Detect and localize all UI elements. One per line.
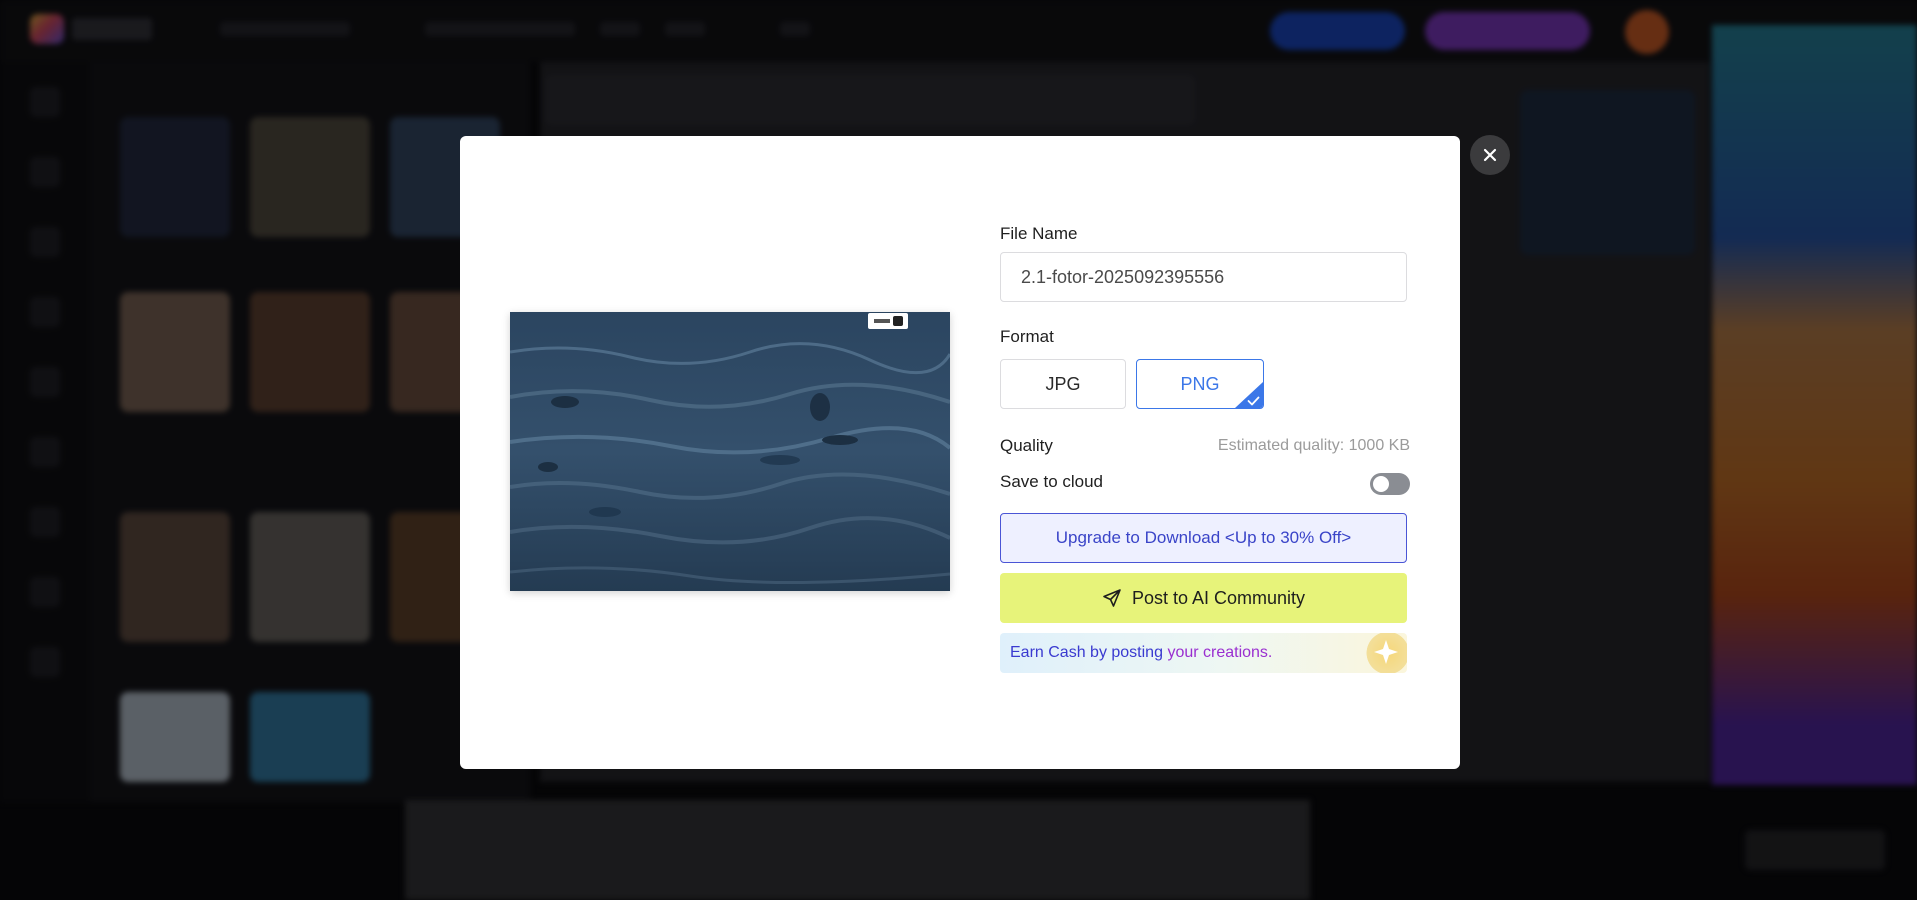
post-to-community-button[interactable]: Post to AI Community	[1000, 573, 1407, 623]
close-button[interactable]	[1470, 135, 1510, 175]
format-jpg-button[interactable]: JPG	[1000, 359, 1126, 409]
toggle-knob	[1373, 476, 1389, 492]
watermark-logo	[873, 319, 890, 323]
save-to-cloud-toggle[interactable]	[1370, 473, 1410, 495]
sparkle-icon	[1374, 640, 1398, 664]
send-icon	[1103, 589, 1121, 607]
preview-image	[510, 312, 950, 591]
earn-tip-highlight: your creations.	[1167, 644, 1273, 661]
watermark-icon	[892, 316, 903, 326]
image-preview	[510, 312, 950, 591]
check-icon	[1247, 396, 1260, 406]
download-dialog: File Name Format JPG PNG Quality Estimat…	[460, 136, 1460, 769]
earn-cash-banner[interactable]: Earn Cash by posting your creations.	[1000, 633, 1407, 673]
save-to-cloud-label: Save to cloud	[1000, 472, 1104, 491]
estimated-quality: Estimated quality: 1000 KB	[1217, 437, 1410, 454]
post-button-label: Post to AI Community	[1131, 587, 1306, 608]
format-label: Format	[1000, 327, 1054, 346]
watermark-badge	[868, 313, 908, 329]
earn-tip-text: Earn Cash by posting	[1010, 644, 1163, 661]
file-name-input[interactable]	[1000, 252, 1407, 302]
upgrade-download-button[interactable]: Upgrade to Download <Up to 30% Off>	[1000, 513, 1407, 563]
quality-label: Quality	[1000, 436, 1053, 455]
format-png-button[interactable]: PNG	[1136, 359, 1264, 409]
close-icon	[1483, 148, 1497, 162]
file-name-label: File Name	[1000, 224, 1078, 243]
format-png-label: PNG	[1180, 373, 1220, 394]
